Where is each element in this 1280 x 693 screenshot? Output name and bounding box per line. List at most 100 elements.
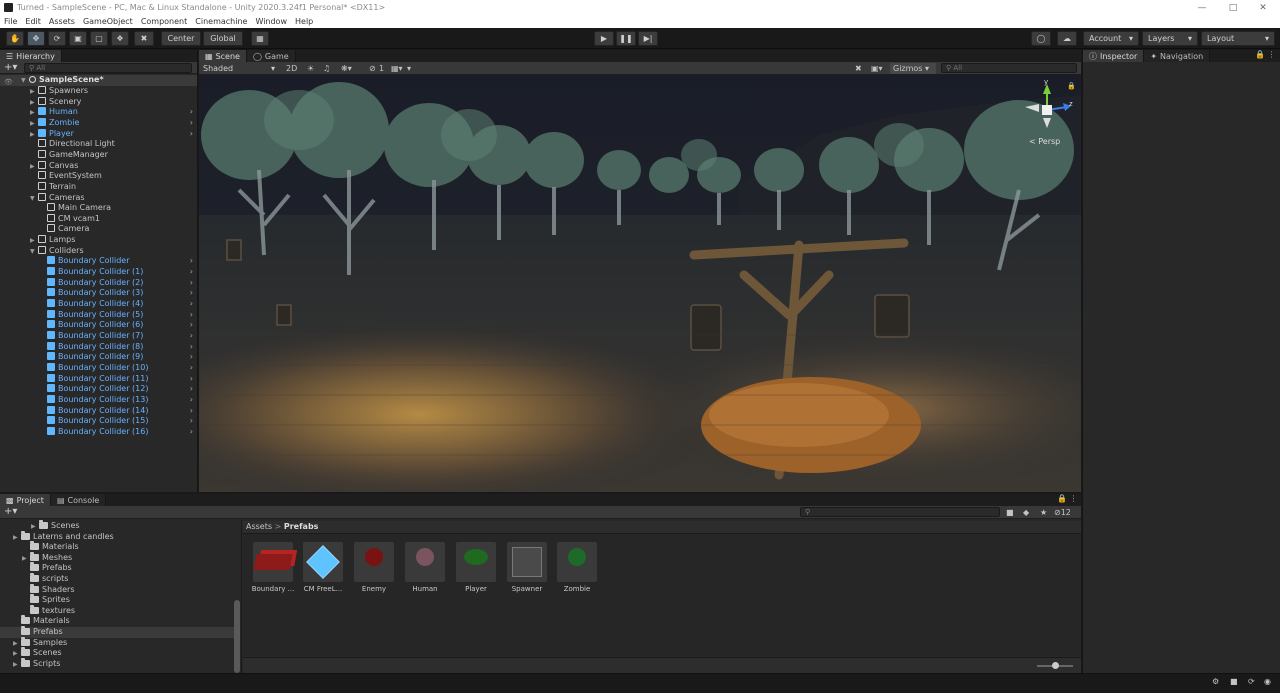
hierarchy-item[interactable]: Boundary Collider (10) › xyxy=(0,362,197,374)
hierarchy-item[interactable]: Boundary Collider (12) › xyxy=(0,384,197,395)
open-prefab-chevron-icon[interactable]: › xyxy=(190,352,193,363)
asset-zombie[interactable]: Zombie xyxy=(555,542,599,593)
open-prefab-chevron-icon[interactable]: › xyxy=(190,374,193,385)
settings-icon[interactable]: ◉ xyxy=(1264,677,1271,686)
expand-arrow-icon[interactable]: ▼ xyxy=(21,76,29,87)
project-folder-item[interactable]: textures xyxy=(0,604,234,617)
persp-label[interactable]: < Persp xyxy=(1029,137,1060,146)
project-folder-item[interactable]: Materials xyxy=(0,615,234,627)
project-folder-item[interactable]: ▶ Scenes xyxy=(0,647,234,659)
shading-mode-dropdown[interactable]: Shaded ▾ xyxy=(201,63,277,74)
2d-toggle-button[interactable]: 2D xyxy=(286,63,297,74)
eye-visibility-icon[interactable]: 👁 xyxy=(4,78,13,86)
tab-project[interactable]: ▩ Project xyxy=(0,494,51,506)
step-button[interactable]: ▶| xyxy=(638,31,658,46)
asset-player[interactable]: Player xyxy=(454,542,498,593)
minimize-icon[interactable]: — xyxy=(1185,0,1219,15)
hierarchy-item[interactable]: Boundary Collider (7) › xyxy=(0,330,197,342)
open-prefab-chevron-icon[interactable]: › xyxy=(190,331,193,342)
chevron-down-icon[interactable]: ▾ xyxy=(407,63,411,74)
project-folder-item[interactable]: scripts xyxy=(0,573,234,585)
project-folder-item[interactable]: Sprites xyxy=(0,594,234,606)
tab-hierarchy[interactable]: ☰ Hierarchy xyxy=(0,50,62,62)
asset-enemy[interactable]: Enemy xyxy=(352,542,396,593)
hierarchy-item[interactable]: Boundary Collider (16) › xyxy=(0,426,197,438)
filter-type-icon[interactable]: ■ xyxy=(1006,507,1014,518)
project-folder-item[interactable]: Shaders xyxy=(0,583,234,596)
tools-icon[interactable]: ✖ xyxy=(855,63,862,74)
bug-icon[interactable]: ⚙ xyxy=(1212,677,1219,686)
open-prefab-chevron-icon[interactable]: › xyxy=(190,363,193,374)
breadcrumb-assets[interactable]: Assets xyxy=(246,522,272,531)
tab-game[interactable]: ◯ Game xyxy=(246,50,296,62)
pause-button[interactable]: ❚❚ xyxy=(616,31,636,46)
asset-cm-freelook[interactable]: CM FreeL... xyxy=(301,542,345,593)
open-prefab-chevron-icon[interactable]: › xyxy=(190,427,193,438)
close-icon[interactable]: ✕ xyxy=(1246,0,1280,15)
scale-tool-icon[interactable]: ▣ xyxy=(69,31,87,46)
hierarchy-item[interactable]: Boundary Collider › xyxy=(0,256,197,267)
progress-icon[interactable]: ■ xyxy=(1230,677,1238,686)
zoom-slider-handle[interactable] xyxy=(1052,662,1059,669)
hierarchy-item[interactable]: Terrain xyxy=(0,181,197,193)
menu-edit[interactable]: Edit xyxy=(21,17,45,26)
hierarchy-item[interactable]: ▶ Zombie › xyxy=(0,117,197,129)
grid-toggle-icon[interactable]: ▦▾ xyxy=(391,63,403,74)
lock-icon[interactable]: 🔒 xyxy=(1067,82,1076,90)
project-folder-item[interactable]: ▶ Laterns and candles xyxy=(0,530,234,543)
hierarchy-item[interactable]: Boundary Collider (9) › xyxy=(0,352,197,363)
hierarchy-item[interactable]: ▶ Spawners xyxy=(0,86,197,97)
hierarchy-item[interactable]: Boundary Collider (2) › xyxy=(0,277,197,289)
asset-human[interactable]: Human xyxy=(403,542,447,593)
open-prefab-chevron-icon[interactable]: › xyxy=(190,256,193,267)
open-prefab-chevron-icon[interactable]: › xyxy=(190,118,193,129)
project-folder-item[interactable]: ▶ Scenes xyxy=(0,520,234,532)
hidden-packages-icon[interactable]: ⊘12 xyxy=(1054,507,1071,518)
hierarchy-item[interactable]: CM vcam1 xyxy=(0,213,197,225)
open-prefab-chevron-icon[interactable]: › xyxy=(190,129,193,140)
hierarchy-item[interactable]: Main Camera xyxy=(0,203,197,214)
hierarchy-item[interactable]: ▶ Lamps xyxy=(0,235,197,246)
tab-navigation[interactable]: ✦ Navigation xyxy=(1144,50,1211,62)
breadcrumb-prefabs[interactable]: Prefabs xyxy=(284,522,319,531)
open-prefab-chevron-icon[interactable]: › xyxy=(190,288,193,299)
tab-inspector[interactable]: ⓘ Inspector xyxy=(1083,50,1145,62)
account-dropdown[interactable]: Account ▾ xyxy=(1083,31,1139,46)
create-add-icon[interactable]: +▾ xyxy=(4,62,17,73)
hierarchy-item[interactable]: Boundary Collider (8) › xyxy=(0,341,197,353)
custom-tool-icon[interactable]: ✖ xyxy=(134,31,154,46)
create-add-icon[interactable]: +▾ xyxy=(4,506,17,518)
menu-component[interactable]: Component xyxy=(137,17,191,26)
gizmos-dropdown[interactable]: Gizmos ▾ xyxy=(890,63,936,74)
transform-tool-icon[interactable]: ❖ xyxy=(111,31,129,46)
lighting-toggle-icon[interactable]: ☀ xyxy=(307,63,314,74)
menu-assets[interactable]: Assets xyxy=(45,17,79,26)
open-prefab-chevron-icon[interactable]: › xyxy=(190,299,193,310)
open-prefab-chevron-icon[interactable]: › xyxy=(190,320,193,331)
asset-spawner[interactable]: Spawner xyxy=(505,542,549,593)
scene-viewport[interactable]: y z 🔒 < Persp xyxy=(199,75,1081,492)
project-folder-item[interactable]: ▶ Scripts xyxy=(0,657,234,670)
open-prefab-chevron-icon[interactable]: › xyxy=(190,278,193,289)
hierarchy-item[interactable]: ▼ Colliders xyxy=(0,245,197,257)
hierarchy-item[interactable]: Boundary Collider (3) › xyxy=(0,288,197,299)
move-tool-icon[interactable]: ✥ xyxy=(27,31,45,46)
hierarchy-item[interactable]: Boundary Collider (4) › xyxy=(0,299,197,310)
tab-scene[interactable]: ▦ Scene xyxy=(199,50,247,62)
hierarchy-item[interactable]: ▶ Human › xyxy=(0,107,197,118)
hierarchy-item[interactable]: GameManager xyxy=(0,149,197,161)
hierarchy-item[interactable]: ▼ Cameras xyxy=(0,192,197,204)
hierarchy-item[interactable]: Boundary Collider (15) › xyxy=(0,416,197,427)
hidden-objects-icon[interactable]: ⊘ xyxy=(369,63,376,74)
open-prefab-chevron-icon[interactable]: › xyxy=(190,310,193,321)
grid-snap-icon[interactable]: ▦ xyxy=(251,31,269,46)
effects-toggle-icon[interactable]: ❋▾ xyxy=(341,63,352,74)
project-folder-item[interactable]: Materials xyxy=(0,541,234,553)
camera-icon[interactable]: ▣▾ xyxy=(871,63,883,74)
hierarchy-item[interactable]: ▶ Canvas xyxy=(0,160,197,172)
hierarchy-item[interactable]: Boundary Collider (6) › xyxy=(0,320,197,331)
rect-tool-icon[interactable]: ▢ xyxy=(90,31,108,46)
hierarchy-item[interactable]: EventSystem xyxy=(0,171,197,182)
hierarchy-item[interactable]: Boundary Collider (14) › xyxy=(0,405,197,417)
audio-toggle-icon[interactable]: ♫ xyxy=(323,63,330,74)
